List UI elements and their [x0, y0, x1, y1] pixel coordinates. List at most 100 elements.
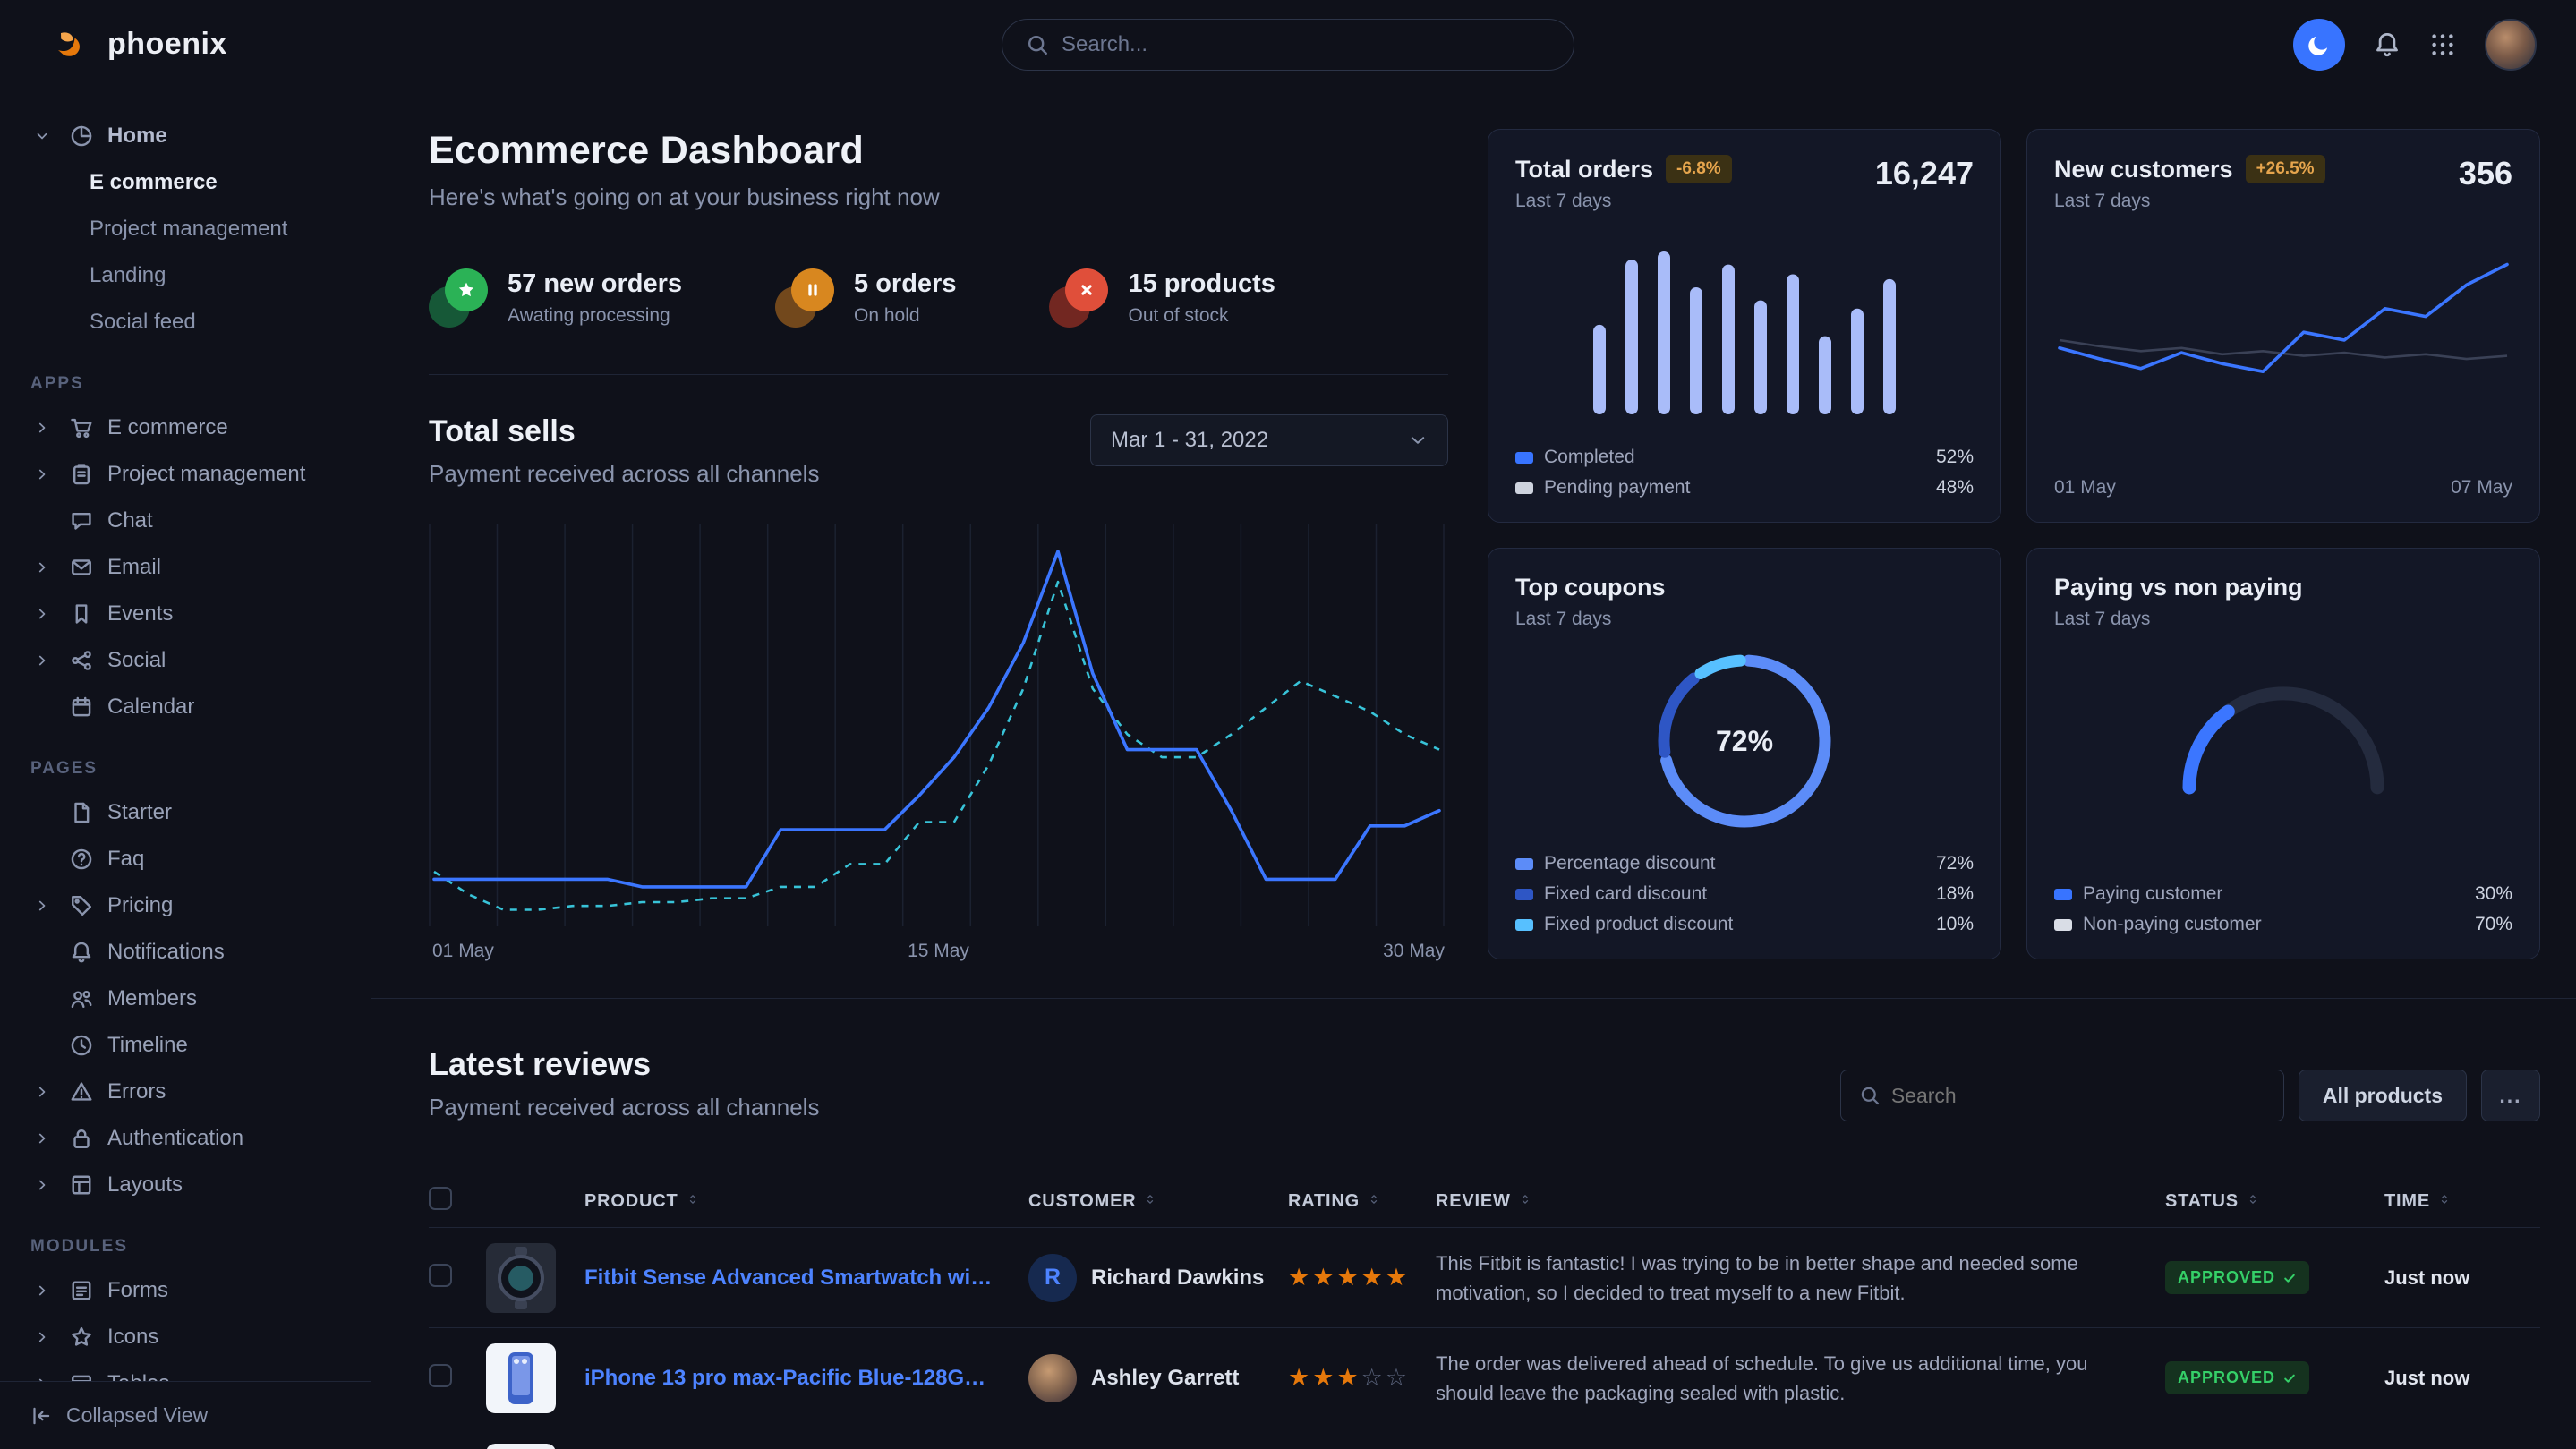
- review-time: Just now: [2384, 1266, 2540, 1290]
- brand-name: phoenix: [107, 27, 227, 62]
- sidebar-item-icons[interactable]: Icons: [0, 1314, 371, 1360]
- total-orders-legend: Completed52%Pending payment48%: [1515, 447, 1974, 499]
- column-header-time[interactable]: TIME: [2384, 1191, 2540, 1212]
- column-label: CUSTOMER: [1028, 1191, 1136, 1212]
- column-header-product[interactable]: PRODUCT: [584, 1191, 1028, 1212]
- stat-value: 5 orders: [854, 269, 956, 299]
- mail-icon: [68, 556, 95, 579]
- sidebar-item-e-commerce[interactable]: E commerce: [0, 405, 371, 451]
- x-axis-label: 01 May: [432, 941, 494, 962]
- select-all-checkbox[interactable]: [429, 1187, 452, 1210]
- product-link[interactable]: iPhone 13 pro max-Pacific Blue-128GB sto…: [584, 1366, 1028, 1391]
- sidebar-item-label: Starter: [107, 800, 172, 825]
- card-caption: Last 7 days: [2054, 191, 2325, 212]
- sidebar-item-email[interactable]: Email: [0, 544, 371, 591]
- icons-icon: [68, 1325, 95, 1349]
- total-orders-card: Total orders -6.8% Last 7 days 16,247 Co…: [1488, 129, 2001, 523]
- column-header-customer[interactable]: CUSTOMER: [1028, 1191, 1288, 1212]
- sidebar-item-calendar[interactable]: Calendar: [0, 684, 371, 730]
- sidebar-item-home[interactable]: Home: [0, 113, 371, 159]
- sells-x-labels: 01 May15 May30 May: [429, 941, 1448, 962]
- theme-toggle-button[interactable]: [2293, 19, 2345, 71]
- bell-icon: [68, 941, 95, 964]
- notifications-button[interactable]: [2374, 31, 2401, 58]
- legend-value: 72%: [1936, 853, 1974, 874]
- home-icon: [68, 124, 95, 148]
- column-label: REVIEW: [1436, 1191, 1511, 1212]
- column-label: RATING: [1288, 1191, 1360, 1212]
- sidebar-item-e-commerce[interactable]: E commerce: [0, 159, 371, 206]
- caret-right-icon: [29, 652, 55, 669]
- sort-icon: [2246, 1191, 2260, 1212]
- column-header-rating[interactable]: RATING: [1288, 1191, 1436, 1212]
- sidebar-item-label: Members: [107, 986, 197, 1011]
- layout-icon: [68, 1173, 95, 1197]
- sidebar-item-social[interactable]: Social: [0, 637, 371, 684]
- status-label: APPROVED: [2178, 1368, 2275, 1387]
- legend-label: Completed: [1544, 447, 1635, 468]
- sidebar-item-layouts[interactable]: Layouts: [0, 1162, 371, 1208]
- sidebar-item-landing[interactable]: Landing: [0, 252, 371, 299]
- product-link[interactable]: Fitbit Sense Advanced Smartwatch with To…: [584, 1266, 1028, 1291]
- stat-icon: [429, 268, 488, 328]
- column-header-status[interactable]: STATUS: [2165, 1191, 2384, 1212]
- all-products-button[interactable]: All products: [2299, 1070, 2467, 1121]
- sidebar-item-events[interactable]: Events: [0, 591, 371, 637]
- row-checkbox[interactable]: [429, 1264, 452, 1287]
- row-checkbox[interactable]: [429, 1364, 452, 1387]
- column-label: PRODUCT: [584, 1191, 678, 1212]
- card-title: Top coupons: [1515, 574, 1665, 601]
- caret-right-icon: [29, 1329, 55, 1345]
- sidebar-item-members[interactable]: Members: [0, 976, 371, 1022]
- sidebar-item-tables[interactable]: Tables: [0, 1360, 371, 1381]
- rating-stars: ★★★☆☆: [1288, 1364, 1436, 1392]
- customer-cell: RRichard Dawkins: [1028, 1254, 1288, 1302]
- sidebar-item-authentication[interactable]: Authentication: [0, 1115, 371, 1162]
- legend-value: 18%: [1936, 883, 1974, 905]
- customer-name: Richard Dawkins: [1091, 1266, 1264, 1291]
- product-image[interactable]: [486, 1343, 556, 1413]
- legend-swatch: [2054, 889, 2072, 900]
- calendar-icon: [68, 695, 95, 719]
- stat-item: 57 new ordersAwating processing: [429, 268, 682, 328]
- top-coupons-legend: Percentage discount72%Fixed card discoun…: [1515, 853, 1974, 935]
- brand[interactable]: phoenix: [50, 23, 227, 66]
- sidebar-item-starter[interactable]: Starter: [0, 789, 371, 836]
- more-options-button[interactable]: ...: [2481, 1070, 2540, 1121]
- sidebar-item-pricing[interactable]: Pricing: [0, 882, 371, 929]
- new-customers-line-chart: [2054, 252, 2512, 428]
- sidebar-item-project-management[interactable]: Project management: [0, 451, 371, 498]
- reviews-search-input[interactable]: [1891, 1084, 2265, 1108]
- search-input[interactable]: [1062, 32, 1550, 57]
- product-image[interactable]: [486, 1243, 556, 1313]
- review-text: This Fitbit is fantastic! I was trying t…: [1436, 1249, 2165, 1308]
- date-range-select[interactable]: Mar 1 - 31, 2022: [1090, 414, 1448, 466]
- search-icon: [1859, 1085, 1881, 1106]
- search-icon: [1026, 33, 1049, 56]
- legend-item: Completed52%: [1515, 447, 1974, 468]
- legend-swatch: [1515, 858, 1533, 870]
- sidebar-item-chat[interactable]: Chat: [0, 498, 371, 544]
- sidebar-item-project-management[interactable]: Project management: [0, 206, 371, 252]
- sidebar-item-notifications[interactable]: Notifications: [0, 929, 371, 976]
- warning-icon: [68, 1080, 95, 1104]
- total-sells-title: Total sells: [429, 414, 819, 449]
- legend-label: Paying customer: [2083, 883, 2222, 905]
- sidebar-item-faq[interactable]: Faq: [0, 836, 371, 882]
- cart-icon: [68, 416, 95, 439]
- apps-grid-button[interactable]: [2429, 31, 2456, 58]
- user-avatar[interactable]: [2485, 19, 2537, 71]
- x-axis-label: 07 May: [2451, 477, 2512, 499]
- x-axis-label: 01 May: [2054, 477, 2116, 499]
- status-badge: APPROVED: [2165, 1361, 2309, 1394]
- sidebar-item-errors[interactable]: Errors: [0, 1069, 371, 1115]
- sidebar-item-forms[interactable]: Forms: [0, 1267, 371, 1314]
- collapsed-view-toggle[interactable]: Collapsed View: [0, 1381, 371, 1449]
- column-header-review[interactable]: REVIEW: [1436, 1191, 2165, 1212]
- reviews-search: [1840, 1070, 2284, 1121]
- caret-right-icon: [29, 898, 55, 914]
- star-icon: ★: [1361, 1264, 1386, 1291]
- sidebar-item-timeline[interactable]: Timeline: [0, 1022, 371, 1069]
- legend-item: Fixed card discount18%: [1515, 883, 1974, 905]
- sidebar-item-social-feed[interactable]: Social feed: [0, 299, 371, 345]
